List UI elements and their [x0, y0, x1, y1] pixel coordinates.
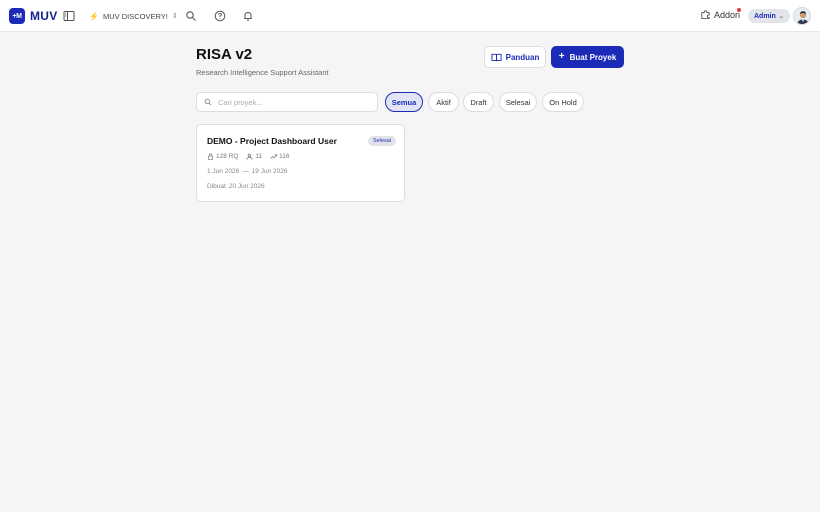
help-icon[interactable]: [213, 9, 227, 23]
plus-icon: +: [558, 51, 565, 62]
search-box[interactable]: [196, 92, 378, 112]
role-label: Admin: [754, 12, 776, 20]
project-card[interactable]: DEMO - Project Dashboard User Selesai 12…: [196, 124, 405, 202]
filter-on-hold[interactable]: On Hold: [542, 92, 584, 112]
rq-count: 128 RQ: [207, 153, 238, 160]
bolt-icon: ⚡: [89, 11, 99, 21]
status-badge: Selesai: [368, 136, 397, 146]
addon-button[interactable]: Addon: [700, 9, 740, 20]
puzzle-icon: [701, 10, 710, 20]
project-meta: 128 RQ 11 116: [207, 153, 290, 160]
search-icon[interactable]: [184, 9, 198, 23]
end-date: 19 Jun 2026: [251, 168, 288, 175]
project-dates: 1 Jun 2026 — 19 Jun 2026: [207, 168, 287, 175]
trend-icon: [270, 154, 278, 159]
project-created: Dibuat 20 Jun 2026: [207, 183, 265, 190]
project-title: DEMO - Project Dashboard User: [207, 136, 337, 146]
create-project-label: Buat Proyek: [569, 52, 617, 62]
filter-active[interactable]: Aktif: [428, 92, 459, 112]
page-title: RISA v2: [196, 46, 253, 63]
users-icon: [246, 153, 253, 160]
filter-done[interactable]: Selesai: [499, 92, 537, 112]
created-label: Dibuat: [207, 183, 226, 190]
create-project-button[interactable]: + Buat Proyek: [551, 46, 624, 68]
guide-label: Panduan: [505, 52, 540, 62]
avatar[interactable]: [793, 7, 811, 25]
addon-label: Addon: [714, 9, 741, 20]
sidebar-toggle-icon[interactable]: [62, 9, 76, 23]
created-date: 20 Jun 2026: [228, 183, 265, 190]
guide-button[interactable]: Panduan: [484, 46, 546, 68]
chevron-updown-icon: ⇕: [171, 13, 178, 20]
workspace-name: MUV DISCOVERY!: [102, 11, 168, 21]
top-bar: +M MUV ⚡ MUV DISCOVERY! ⇕ Addon Admin ⌄: [0, 0, 820, 32]
book-icon: [491, 53, 502, 61]
workspace-switcher[interactable]: ⚡ MUV DISCOVERY! ⇕: [89, 8, 178, 24]
role-dropdown[interactable]: Admin ⌄: [748, 9, 790, 23]
user-count-label: 11: [255, 153, 263, 160]
chevron-down-icon: ⌄: [778, 13, 784, 20]
trend-count: 116: [270, 153, 290, 160]
notification-dot: [737, 8, 741, 12]
bell-icon[interactable]: [241, 9, 255, 23]
filter-all[interactable]: Semua: [385, 92, 423, 112]
start-date: 1 Jun 2026: [207, 168, 240, 175]
lock-icon: [207, 153, 214, 160]
user-count: 11: [246, 153, 262, 160]
logo-badge[interactable]: +M: [9, 8, 25, 24]
trend-count-label: 116: [279, 153, 290, 160]
page-subtitle: Research Intelligence Support Assistant: [196, 68, 329, 77]
rq-count-label: 128 RQ: [216, 153, 239, 160]
logo-text[interactable]: MUV: [30, 9, 58, 23]
date-separator: —: [242, 168, 249, 175]
search-icon: [204, 98, 212, 106]
filter-draft[interactable]: Draft: [463, 92, 494, 112]
search-input[interactable]: [218, 97, 368, 107]
